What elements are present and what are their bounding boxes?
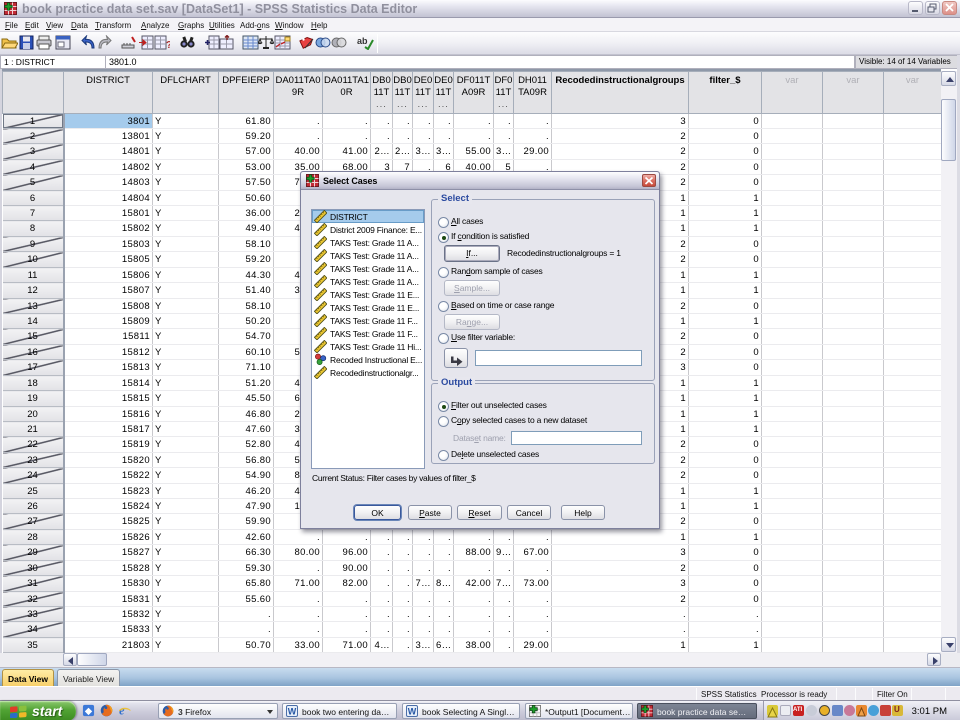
- svg-text:W: W: [288, 706, 297, 716]
- svg-text:ab: ab: [357, 36, 368, 46]
- svg-text:W: W: [408, 706, 417, 716]
- svg-text:?: ?: [166, 40, 170, 50]
